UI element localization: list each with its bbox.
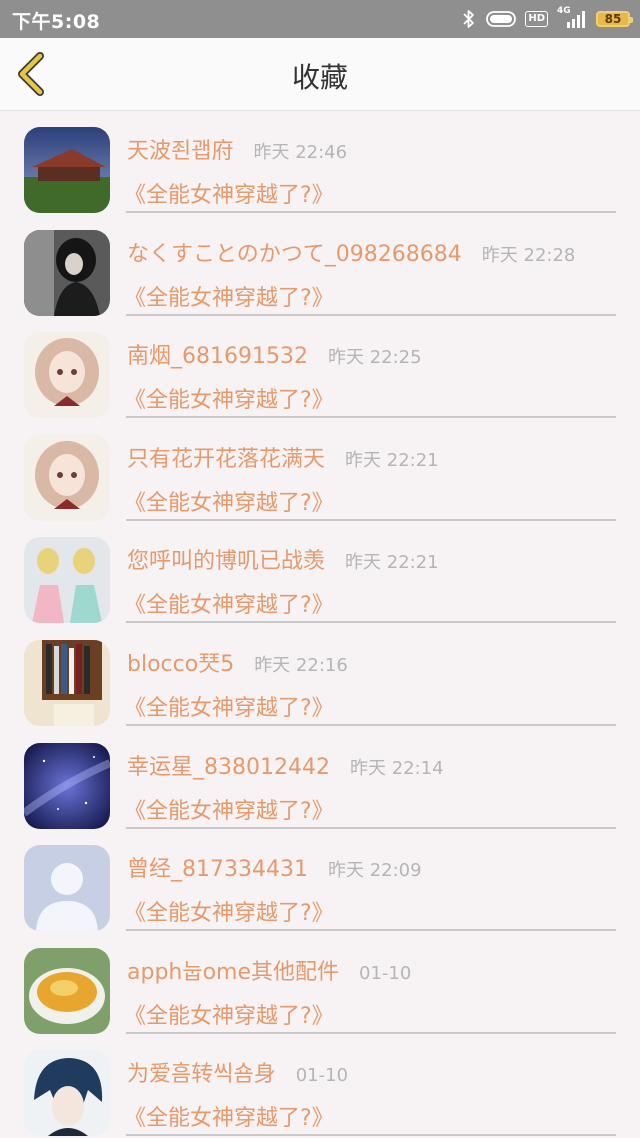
favorites-list: 天波죈괩府 昨天 22:46 《全能女神穿越了?》 なくすことのかつて_0982… <box>0 111 640 1137</box>
timestamp: 昨天 22:09 <box>327 860 422 882</box>
timestamp: 昨天 22:28 <box>481 244 576 266</box>
item-header: 幸运星_838012442 昨天 22:14 <box>127 749 444 781</box>
list-item[interactable]: なくすことのかつて_098268684 昨天 22:28 《全能女神穿越了?》 <box>0 214 640 317</box>
status-bar: 下午5:08 HD 4G 85 <box>0 0 640 38</box>
list-item[interactable]: 南烟_681691532 昨天 22:25 《全能女神穿越了?》 <box>0 316 640 419</box>
username[interactable]: 您呼叫的博叽已战羡 <box>127 543 325 575</box>
username[interactable]: 幸运星_838012442 <box>127 749 330 781</box>
book-title[interactable]: 《全能女神穿越了?》 <box>124 793 334 825</box>
book-title[interactable]: 《全能女神穿越了?》 <box>124 1100 334 1132</box>
timestamp: 昨天 22:14 <box>349 757 444 779</box>
list-item[interactable]: apph눕ome其他配件 01-10 《全能女神穿越了?》 <box>0 932 640 1035</box>
timestamp: 昨天 22:21 <box>345 552 439 574</box>
username[interactable]: 南烟_681691532 <box>127 338 308 370</box>
list-item[interactable]: 只有花开花落花满天 昨天 22:21 《全能女神穿越了?》 <box>0 419 640 522</box>
anime-boy-avatar <box>24 1050 110 1137</box>
timestamp: 昨天 22:25 <box>327 347 422 369</box>
item-header: 您呼叫的博叽已战羡 昨天 22:21 <box>127 543 439 575</box>
girls-photo-avatar <box>24 537 110 624</box>
battery-icon: 85 <box>596 11 633 27</box>
avatar[interactable] <box>24 229 110 316</box>
username[interactable]: 天波죈괩府 <box>127 133 233 165</box>
timestamp: 昨天 22:16 <box>254 654 348 676</box>
list-item[interactable]: blocco珡5 昨天 22:16 《全能女神穿越了?》 <box>0 624 640 727</box>
username[interactable]: 为爱흠转씩숌身 <box>127 1056 276 1088</box>
timestamp: 01-10 <box>295 1065 349 1087</box>
landscape-avatar <box>24 127 110 213</box>
book-title[interactable]: 《全能女神穿越了?》 <box>124 382 334 414</box>
avatar[interactable] <box>24 639 110 726</box>
timestamp: 昨天 22:46 <box>253 142 348 163</box>
username[interactable]: 曾经_817334431 <box>127 851 308 883</box>
divider <box>126 1134 616 1137</box>
book-title[interactable]: 《全能女神穿越了?》 <box>124 280 334 312</box>
food-dish-avatar <box>24 947 110 1034</box>
bookshelf-avatar <box>24 639 110 726</box>
avatar[interactable] <box>24 742 110 829</box>
hd-icon: HD <box>525 11 548 27</box>
list-item[interactable]: 曾经_817334431 昨天 22:09 《全能女神穿越了?》 <box>0 829 640 932</box>
avatar[interactable] <box>24 127 110 213</box>
item-header: 南烟_681691532 昨天 22:25 <box>127 338 422 370</box>
timestamp: 01-10 <box>359 962 412 984</box>
list-item[interactable]: 幸运星_838012442 昨天 22:14 《全能女神穿越了?》 <box>0 727 640 830</box>
timestamp: 昨天 22:21 <box>345 449 439 471</box>
list-item[interactable]: 天波죈괩府 昨天 22:46 《全能女神穿越了?》 <box>0 111 640 214</box>
item-header: 为爱흠转씩숌身 01-10 <box>127 1056 348 1088</box>
status-time: 下午5:08 <box>12 11 101 33</box>
book-title[interactable]: 《全能女神穿越了?》 <box>124 690 334 722</box>
alarm-toggle-icon <box>486 11 517 27</box>
item-header: 天波죈괩府 昨天 22:46 <box>127 133 347 165</box>
book-title[interactable]: 《全能女神穿越了?》 <box>124 485 334 517</box>
page-title: 收藏 <box>291 61 348 94</box>
anime-girl-avatar <box>24 332 110 419</box>
book-title[interactable]: 《全能女神穿越了?》 <box>124 177 334 209</box>
book-title[interactable]: 《全能女神穿越了?》 <box>124 895 334 927</box>
avatar[interactable] <box>24 332 110 419</box>
item-header: 曾经_817334431 昨天 22:09 <box>127 851 422 883</box>
anime-girl-avatar <box>24 434 110 521</box>
status-icons: HD 4G 85 <box>461 6 633 30</box>
username[interactable]: なくすことのかつて_098268684 <box>127 236 462 268</box>
dark-girl-avatar <box>24 229 110 316</box>
default-user-avatar <box>24 845 110 932</box>
signal-icon: 4G <box>557 6 587 28</box>
avatar[interactable] <box>24 537 110 624</box>
list-item[interactable]: 为爱흠转씩숌身 01-10 《全能女神穿越了?》 <box>0 1034 640 1137</box>
galaxy-avatar <box>24 742 110 829</box>
item-header: なくすことのかつて_098268684 昨天 22:28 <box>127 236 575 268</box>
title-bar: 收藏 <box>0 38 640 111</box>
list-item[interactable]: 您呼叫的博叽已战羡 昨天 22:21 《全能女神穿越了?》 <box>0 521 640 624</box>
username[interactable]: blocco珡5 <box>127 646 234 678</box>
avatar[interactable] <box>24 1050 110 1137</box>
item-header: apph눕ome其他配件 01-10 <box>127 954 411 986</box>
username[interactable]: apph눕ome其他配件 <box>127 954 339 986</box>
book-title[interactable]: 《全能女神穿越了?》 <box>124 998 334 1030</box>
avatar[interactable] <box>24 947 110 1034</box>
avatar[interactable] <box>24 845 110 932</box>
username[interactable]: 只有花开花落花满天 <box>127 441 325 473</box>
item-header: blocco珡5 昨天 22:16 <box>127 646 348 678</box>
book-title[interactable]: 《全能女神穿越了?》 <box>124 587 334 619</box>
network-type-label: 4G <box>557 6 571 16</box>
avatar[interactable] <box>24 434 110 521</box>
bluetooth-icon <box>461 9 477 29</box>
item-header: 只有花开花落花满天 昨天 22:21 <box>127 441 439 473</box>
